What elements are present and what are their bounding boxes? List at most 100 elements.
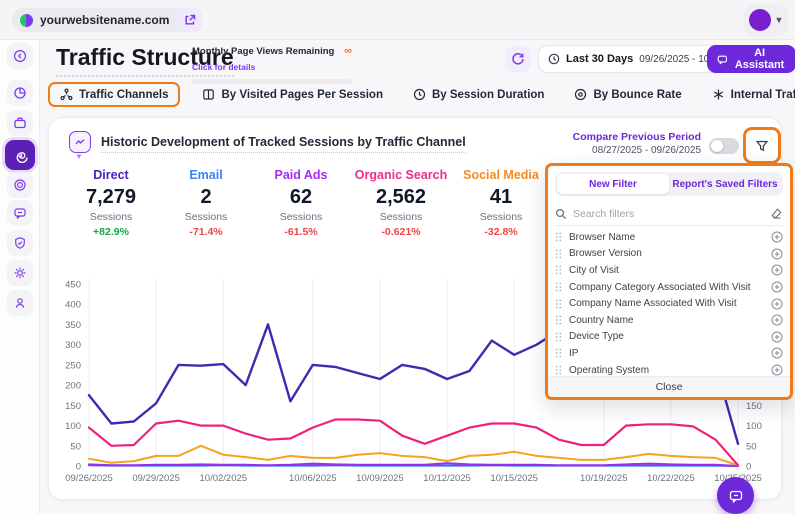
filter-item[interactable]: City of Visit: [555, 262, 783, 279]
stat-value: 2,562: [346, 186, 456, 209]
shield-check-icon: [13, 236, 27, 250]
tab-saved-filters[interactable]: Report's Saved Filters: [669, 174, 781, 194]
tab-session-duration[interactable]: By Session Duration: [405, 83, 552, 106]
svg-text:10/22/2025: 10/22/2025: [647, 473, 695, 484]
quota-widget: Monthly Page Views Remaining ∞ Click for…: [192, 45, 352, 84]
filter-item[interactable]: Company Category Associated With Visit: [555, 279, 783, 296]
chat-icon: [13, 206, 27, 220]
sidebar-collapse-button[interactable]: [7, 43, 33, 69]
sidebar-item-goals[interactable]: [7, 172, 33, 198]
chart-badge-icon: [69, 131, 91, 153]
svg-text:09/26/2025: 09/26/2025: [65, 473, 113, 484]
sidebar-item-settings[interactable]: [7, 260, 33, 286]
svg-text:10/09/2025: 10/09/2025: [356, 473, 404, 484]
sidebar-item-privacy[interactable]: [7, 230, 33, 256]
filter-item[interactable]: Country Name: [555, 312, 783, 329]
drag-handle-icon: [555, 315, 562, 325]
sidebar-item-account[interactable]: [7, 290, 33, 316]
add-filter-icon[interactable]: [771, 331, 783, 343]
stat-social-media[interactable]: Social Media41Sessions-32.8%: [446, 168, 556, 238]
compare-range: 08/27/2025 - 09/26/2025: [531, 145, 701, 156]
svg-text:10/12/2025: 10/12/2025: [423, 473, 471, 484]
series-social-media: [89, 446, 738, 465]
add-filter-icon[interactable]: [771, 314, 783, 326]
ai-assistant-button[interactable]: AI Assistant: [707, 45, 795, 73]
tab-internal-traffic[interactable]: Internal Traffic: [704, 83, 795, 106]
add-filter-icon[interactable]: [771, 347, 783, 359]
avatar: [749, 9, 771, 31]
funnel-icon: [755, 139, 769, 153]
series-organic-search: [89, 420, 738, 466]
stat-value: 7,279: [56, 186, 166, 209]
svg-text:10/02/2025: 10/02/2025: [200, 473, 248, 484]
compare-toggle[interactable]: [709, 138, 739, 154]
stat-email[interactable]: Email2Sessions-71.4%: [151, 168, 261, 238]
svg-text:300: 300: [65, 340, 81, 351]
filter-item[interactable]: Browser Name: [555, 229, 783, 246]
stat-label: Social Media: [446, 168, 556, 182]
ai-assistant-label: AI Assistant: [734, 47, 786, 71]
filter-button[interactable]: [743, 127, 781, 164]
tab-traffic-channels[interactable]: Traffic Channels: [48, 82, 180, 107]
filter-search-input[interactable]: [573, 208, 764, 220]
search-icon: [555, 208, 567, 220]
drag-handle-icon: [555, 332, 562, 342]
clock-arrow-icon: [413, 88, 426, 101]
site-favicon: [20, 14, 33, 27]
add-filter-icon[interactable]: [771, 231, 783, 243]
sidebar-item-dashboard[interactable]: [7, 80, 33, 106]
refresh-button[interactable]: [505, 46, 531, 72]
filter-item[interactable]: Company Name Associated With Visit: [555, 295, 783, 312]
compare-previous-period: Compare Previous Period 08/27/2025 - 09/…: [531, 131, 701, 156]
support-chat-fab[interactable]: [717, 477, 754, 514]
quota-details-link[interactable]: Click for details: [192, 62, 255, 72]
add-filter-icon[interactable]: [771, 248, 783, 260]
drag-handle-icon: [555, 348, 562, 358]
filter-item[interactable]: IP: [555, 345, 783, 362]
filter-item-label: Operating System: [569, 365, 764, 376]
user-icon: [13, 296, 27, 310]
add-filter-icon[interactable]: [771, 298, 783, 310]
eraser-icon[interactable]: [770, 207, 783, 220]
filter-item[interactable]: Browser Version: [555, 246, 783, 263]
tab-visited-pages-per-session[interactable]: By Visited Pages Per Session: [194, 83, 391, 106]
infinity-icon: ∞: [344, 45, 352, 57]
filter-item-label: Browser Version: [569, 248, 764, 259]
external-link-icon: [184, 14, 196, 26]
stat-label: Direct: [56, 168, 166, 182]
stat-direct[interactable]: Direct7,279Sessions+82.9%: [56, 168, 166, 238]
add-filter-icon[interactable]: [771, 364, 783, 376]
svg-text:350: 350: [65, 320, 81, 331]
filter-item-label: City of Visit: [569, 265, 764, 276]
compare-label: Compare Previous Period: [531, 131, 701, 143]
tab-new-filter[interactable]: New Filter: [557, 174, 669, 194]
website-selector[interactable]: yourwebsitename.com ▼: [12, 8, 197, 32]
svg-text:0: 0: [746, 462, 751, 473]
network-icon: [60, 88, 73, 101]
filter-list: Browser Name Browser Version City of Visit…: [555, 229, 783, 378]
drag-handle-icon: [555, 282, 562, 292]
add-filter-icon[interactable]: [771, 281, 783, 293]
filter-close-button[interactable]: Close: [548, 376, 790, 397]
stat-delta: -71.4%: [151, 226, 261, 238]
chevron-down-icon: ▼: [75, 152, 83, 161]
chat-bubble-icon: [728, 488, 744, 504]
svg-text:250: 250: [65, 360, 81, 371]
user-menu[interactable]: ▼: [744, 4, 788, 36]
tab-bounce-rate[interactable]: By Bounce Rate: [566, 83, 689, 106]
drag-handle-icon: [555, 232, 562, 242]
open-website-button[interactable]: [178, 8, 202, 32]
add-filter-icon[interactable]: [771, 264, 783, 276]
stat-paid-ads[interactable]: Paid Ads62Sessions-61.5%: [246, 168, 356, 238]
svg-text:0: 0: [76, 462, 81, 473]
sidebar-item-workspace[interactable]: [7, 110, 33, 136]
toggle-knob: [711, 140, 723, 152]
sidebar-item-messages[interactable]: [7, 200, 33, 226]
briefcase-icon: [13, 116, 27, 130]
chevron-down-icon: ▼: [775, 15, 784, 25]
svg-text:100: 100: [65, 421, 81, 432]
stat-organic-search[interactable]: Organic Search2,562Sessions-0.621%: [346, 168, 456, 238]
report-tabs: Traffic Channels By Visited Pages Per Se…: [48, 82, 795, 107]
filter-item[interactable]: Device Type: [555, 329, 783, 346]
sidebar-item-traffic[interactable]: [5, 140, 35, 170]
